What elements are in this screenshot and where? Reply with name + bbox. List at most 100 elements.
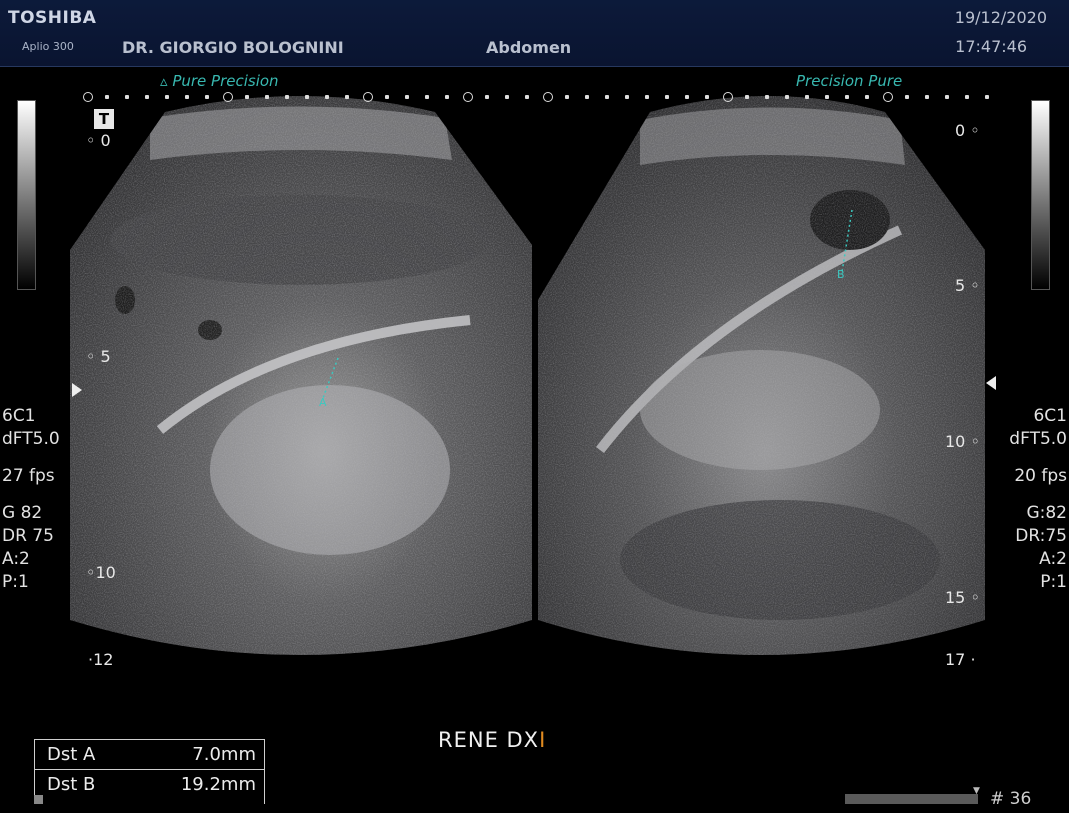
right-p-setting: P:1: [1040, 572, 1067, 592]
left-gain: G 82: [2, 503, 43, 523]
scale-tick-mark: [865, 95, 869, 99]
scale-tick-mark: [125, 95, 129, 99]
scale-tick-mark: [585, 95, 589, 99]
scale-tick-mark: [665, 95, 669, 99]
scale-tick-mark: [245, 95, 249, 99]
left-fps: 27 fps: [2, 466, 55, 486]
measurement-label-a: Dst A: [47, 744, 96, 765]
scale-tick-mark: [905, 95, 909, 99]
measurement-row-b: Dst B 19.2mm: [35, 769, 264, 800]
right-gain: G:82: [1026, 503, 1067, 523]
scale-tick-mark: [785, 95, 789, 99]
cine-marker-icon: ▼: [973, 786, 980, 796]
scale-tick-mark: [185, 95, 189, 99]
right-depth-17-value: 17: [945, 650, 966, 669]
right-focus-arrow-icon[interactable]: [986, 376, 996, 390]
ultrasound-image-area[interactable]: [0, 0, 1069, 813]
right-depth-5-value: 5: [955, 276, 966, 295]
scale-tick-mark: [845, 95, 849, 99]
measurement-label-b: Dst B: [47, 774, 96, 795]
scale-tick-mark: [705, 95, 709, 99]
measurement-value-b: 19.2mm: [180, 774, 256, 795]
scale-circle-mark: [363, 92, 373, 102]
right-dynamic-range: DR:75: [1015, 526, 1067, 546]
scale-tick-mark: [625, 95, 629, 99]
orientation-badge: T: [94, 109, 114, 129]
scale-circle-mark: [223, 92, 233, 102]
scale-circle-mark: [83, 92, 93, 102]
right-grayscale-bar: [1031, 100, 1050, 290]
scale-circle-mark: [543, 92, 553, 102]
right-probe: 6C1: [1033, 406, 1067, 426]
left-focus-arrow-icon[interactable]: [72, 383, 82, 397]
left-depth-10: ◦10: [86, 563, 116, 582]
image-annotation[interactable]: RENE DXI: [438, 728, 546, 752]
scale-tick-mark: [345, 95, 349, 99]
marker-b-label: B: [837, 268, 845, 281]
scale-tick-mark: [945, 95, 949, 99]
cine-frame-bar[interactable]: [845, 794, 978, 804]
scale-tick-mark: [305, 95, 309, 99]
top-scale-ticks: [83, 90, 989, 104]
left-settings-panel: 6C1 dFT5.0 27 fps G 82 DR 75 A:2 P:1: [2, 405, 60, 594]
right-settings-panel: 6C1 dFT5.0 20 fps G:82 DR:75 A:2 P:1: [1009, 405, 1067, 594]
left-sector-image: [70, 96, 532, 655]
left-depth-10-value: 10: [95, 563, 116, 582]
frame-counter: # 36: [990, 789, 1032, 809]
right-depth-5: 5 ◦: [955, 276, 980, 295]
scale-tick-mark: [485, 95, 489, 99]
measurement-row-a: Dst A 7.0mm: [35, 739, 264, 770]
left-p-setting: P:1: [2, 572, 29, 592]
right-a-setting: A:2: [1039, 549, 1067, 569]
scale-tick-mark: [405, 95, 409, 99]
scale-tick-mark: [505, 95, 509, 99]
left-depth-5-value: 5: [100, 347, 111, 366]
right-depth-17: 17 ·: [945, 650, 976, 669]
marker-a-label: A: [319, 396, 327, 409]
scale-tick-mark: [285, 95, 289, 99]
right-depth-15-value: 15: [945, 588, 966, 607]
measurement-corner-marker: [34, 795, 43, 804]
right-fps: 20 fps: [1014, 466, 1067, 486]
right-depth-15: 15 ◦: [945, 588, 980, 607]
measurement-table: Dst A 7.0mm Dst B 19.2mm: [34, 739, 265, 804]
left-depth-5: ◦ 5: [86, 347, 111, 366]
scale-tick-mark: [825, 95, 829, 99]
left-grayscale-bar: [17, 100, 36, 290]
right-depth-10: 10 ◦: [945, 432, 980, 451]
scale-tick-mark: [985, 95, 989, 99]
left-depth-0-value: 0: [100, 131, 111, 150]
scale-tick-mark: [105, 95, 109, 99]
scale-tick-mark: [525, 95, 529, 99]
annotation-text: RENE DX: [438, 728, 540, 752]
measurement-value-a: 7.0mm: [192, 744, 256, 765]
scale-circle-mark: [463, 92, 473, 102]
scale-tick-mark: [745, 95, 749, 99]
scale-tick-mark: [805, 95, 809, 99]
right-depth-0-value: 0: [955, 121, 966, 140]
scale-circle-mark: [883, 92, 893, 102]
scale-circle-mark: [723, 92, 733, 102]
scale-tick-mark: [765, 95, 769, 99]
scale-tick-mark: [965, 95, 969, 99]
left-depth-12-value: 12: [93, 650, 114, 669]
scale-tick-mark: [425, 95, 429, 99]
text-cursor: I: [539, 728, 547, 752]
scale-tick-mark: [645, 95, 649, 99]
left-depth-0: ◦ 0: [86, 131, 111, 150]
scale-tick-mark: [565, 95, 569, 99]
left-probe: 6C1: [2, 406, 36, 426]
right-depth-10-value: 10: [945, 432, 966, 451]
scale-tick-mark: [145, 95, 149, 99]
scale-tick-mark: [685, 95, 689, 99]
left-frequency: dFT5.0: [2, 429, 60, 449]
left-depth-12: ·12: [88, 650, 114, 669]
left-a-setting: A:2: [2, 549, 30, 569]
scale-tick-mark: [385, 95, 389, 99]
right-frequency: dFT5.0: [1009, 429, 1067, 449]
left-dynamic-range: DR 75: [2, 526, 54, 546]
scale-tick-mark: [265, 95, 269, 99]
scale-tick-mark: [205, 95, 209, 99]
scale-tick-mark: [325, 95, 329, 99]
scale-tick-mark: [605, 95, 609, 99]
